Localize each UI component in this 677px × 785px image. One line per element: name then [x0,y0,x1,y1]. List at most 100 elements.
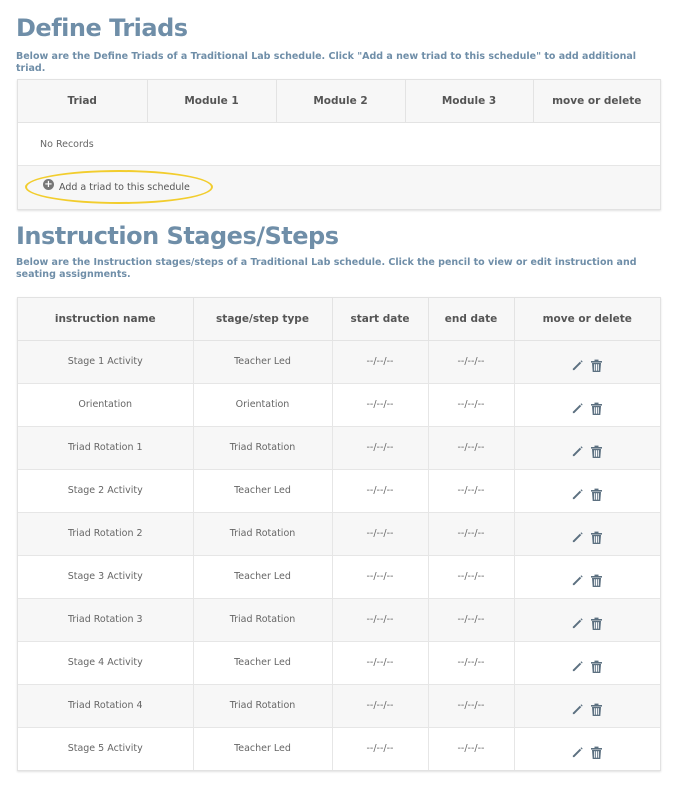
start-date-cell: --/--/-- [332,598,429,642]
pencil-icon[interactable] [571,703,584,716]
col-header-move-or-delete: move or delete [514,298,660,341]
end-date-cell: --/--/-- [428,555,515,599]
col-header-start-date[interactable]: start date [332,298,429,341]
pencil-icon[interactable] [571,617,584,630]
table-row: Triad Rotation 3 Triad Rotation --/--/-- --… [18,598,660,642]
instruction-name-cell: Triad Rotation 1 [18,426,194,470]
instruction-name-cell: Triad Rotation 2 [18,512,194,556]
actions-cell [514,641,660,685]
start-date-cell: --/--/-- [332,340,429,384]
stage-type-cell: Triad Rotation [193,598,333,642]
stage-type-cell: Teacher Led [193,469,333,513]
instruction-name-cell: Stage 5 Activity [18,727,194,770]
steps-table: instruction name stage/step type start d… [18,298,660,770]
trash-icon[interactable] [590,617,603,631]
stage-type-cell: Teacher Led [193,727,333,770]
actions-cell [514,426,660,470]
add-triad-button[interactable]: + Add a triad to this schedule [43,178,190,193]
instruction-name-cell: Triad Rotation 4 [18,684,194,728]
actions-cell [514,512,660,556]
instruction-name-cell: Triad Rotation 3 [18,598,194,642]
instruction-name-cell: Stage 3 Activity [18,555,194,599]
col-header-end-date[interactable]: end date [428,298,515,341]
col-header-module-1[interactable]: Module 1 [147,80,277,123]
steps-table-panel: instruction name stage/step type start d… [17,297,661,771]
table-row: Stage 4 Activity Teacher Led --/--/-- --/--… [18,641,660,685]
instruction-steps-title: Instruction Stages/Steps [16,222,339,250]
start-date-cell: --/--/-- [332,426,429,470]
instruction-name-cell: Stage 1 Activity [18,340,194,384]
start-date-cell: --/--/-- [332,727,429,770]
triads-table-panel: Triad Module 1 Module 2 Module 3 move or… [17,79,661,210]
end-date-cell: --/--/-- [428,512,515,556]
end-date-cell: --/--/-- [428,383,515,427]
trash-icon[interactable] [590,703,603,717]
col-header-triad[interactable]: Triad [18,80,148,123]
actions-cell [514,555,660,599]
triads-table: Triad Module 1 Module 2 Module 3 move or… [18,80,660,123]
actions-cell [514,727,660,770]
pencil-icon[interactable] [571,574,584,587]
actions-cell [514,383,660,427]
pencil-icon[interactable] [571,359,584,372]
end-date-cell: --/--/-- [428,340,515,384]
start-date-cell: --/--/-- [332,684,429,728]
plus-circle-icon: + [43,178,54,190]
trash-icon[interactable] [590,531,603,545]
end-date-cell: --/--/-- [428,598,515,642]
start-date-cell: --/--/-- [332,641,429,685]
table-row: Triad Rotation 4 Triad Rotation --/--/-- --… [18,684,660,728]
trash-icon[interactable] [590,660,603,674]
table-row: Triad Rotation 1 Triad Rotation --/--/-- --… [18,426,660,470]
table-row: Triad Rotation 2 Triad Rotation --/--/-- --… [18,512,660,556]
empty-message: No Records [18,122,660,166]
actions-cell [514,684,660,728]
table-row: Stage 2 Activity Teacher Led --/--/-- --/--… [18,469,660,513]
steps-header-row: instruction name stage/step type start d… [18,298,660,341]
stage-type-cell: Orientation [193,383,333,427]
actions-cell [514,598,660,642]
trash-icon[interactable] [590,445,603,459]
table-row: Stage 5 Activity Teacher Led --/--/-- --/--… [18,727,660,770]
col-header-stage-step-type[interactable]: stage/step type [193,298,333,341]
stage-type-cell: Teacher Led [193,641,333,685]
instruction-name-cell: Stage 2 Activity [18,469,194,513]
trash-icon[interactable] [590,359,603,373]
pencil-icon[interactable] [571,445,584,458]
trash-icon[interactable] [590,488,603,502]
define-triads-title: Define Triads [16,14,188,42]
instruction-name-cell: Orientation [18,383,194,427]
table-row: Orientation Orientation --/--/-- --/--/-- [18,383,660,427]
steps-table-body: Stage 1 Activity Teacher Led --/--/-- --/--… [18,340,660,770]
instruction-steps-description: Below are the Instruction stages/steps o… [16,257,637,280]
col-header-module-3[interactable]: Module 3 [405,80,534,123]
actions-cell [514,469,660,513]
col-header-instruction-name[interactable]: instruction name [18,298,194,341]
pencil-icon[interactable] [571,402,584,415]
trash-icon[interactable] [590,402,603,416]
pencil-icon[interactable] [571,488,584,501]
start-date-cell: --/--/-- [332,469,429,513]
instruction-name-cell: Stage 4 Activity [18,641,194,685]
stage-type-cell: Teacher Led [193,555,333,599]
end-date-cell: --/--/-- [428,727,515,770]
end-date-cell: --/--/-- [428,426,515,470]
pencil-icon[interactable] [571,746,584,759]
stage-type-cell: Teacher Led [193,340,333,384]
add-triad-row: + Add a triad to this schedule [18,165,660,209]
col-header-move-or-delete: move or delete [533,80,660,123]
pencil-icon[interactable] [571,660,584,673]
table-row: Stage 3 Activity Teacher Led --/--/-- --/--… [18,555,660,599]
pencil-icon[interactable] [571,531,584,544]
trash-icon[interactable] [590,574,603,588]
start-date-cell: --/--/-- [332,383,429,427]
trash-icon[interactable] [590,746,603,760]
col-header-module-2[interactable]: Module 2 [276,80,406,123]
end-date-cell: --/--/-- [428,469,515,513]
add-triad-label: Add a triad to this schedule [59,181,190,193]
start-date-cell: --/--/-- [332,555,429,599]
start-date-cell: --/--/-- [332,512,429,556]
end-date-cell: --/--/-- [428,641,515,685]
triads-header-row: Triad Module 1 Module 2 Module 3 move or… [18,80,660,123]
end-date-cell: --/--/-- [428,684,515,728]
